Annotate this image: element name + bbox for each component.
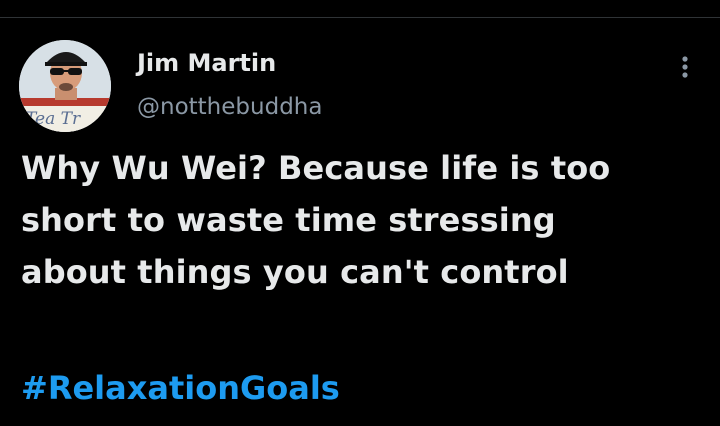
profile-photo-icon: Tea Tr — [19, 40, 111, 132]
tweet-text-line: Why Wu Wei? Because life is too — [21, 149, 611, 187]
tweet-text-line: short to waste time stressing — [21, 201, 556, 239]
more-vertical-icon — [682, 56, 688, 78]
tweet-text-line: about things you can't control — [21, 253, 569, 291]
more-options-button[interactable] — [668, 50, 702, 84]
top-divider — [0, 17, 720, 18]
author-avatar[interactable]: Tea Tr — [19, 40, 111, 132]
author-name[interactable]: Jim Martin — [137, 49, 276, 77]
tweet-text: Why Wu Wei? Because life is too short to… — [21, 142, 711, 298]
author-handle[interactable]: @notthebuddha — [137, 94, 322, 120]
avatar-sign-text: Tea Tr — [25, 109, 81, 129]
hashtag-link[interactable]: #RelaxationGoals — [21, 362, 340, 414]
